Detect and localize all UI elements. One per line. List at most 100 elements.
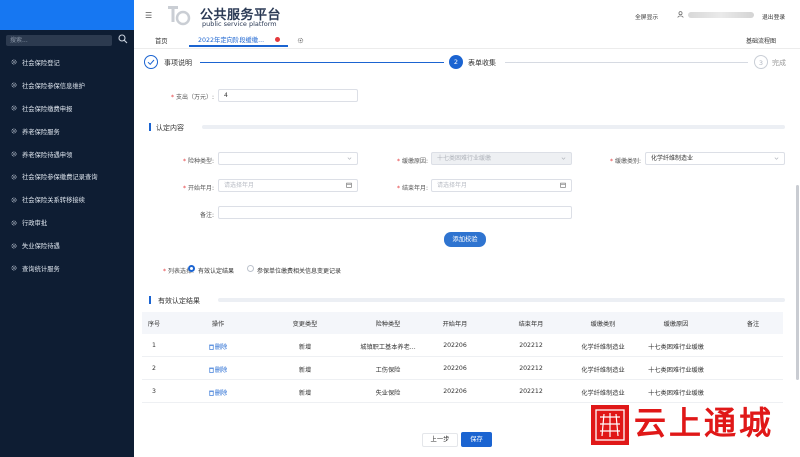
tab-deferred-payment[interactable]: 2022年定向阶段缓缴...: [189, 32, 288, 47]
sidebar-item-label: 行政审批: [22, 220, 48, 228]
end-month-picker[interactable]: 请选择年月: [431, 179, 572, 192]
sidebar-brand-bar: [0, 0, 134, 30]
tab-home[interactable]: 首页: [155, 36, 168, 45]
gear-icon[interactable]: [297, 37, 304, 44]
platform-subtitle: public service platform: [202, 20, 277, 28]
section-title-identification: 认定内容: [156, 124, 184, 132]
gear-icon: [11, 266, 17, 271]
sidebar-item-label: 社会保险关系转移接续: [22, 197, 85, 205]
table-row: 2 删除 新增 工伤保险 202206 202212 化学纤维制造业 十七类困难行业缓缴: [142, 357, 783, 380]
table-cell: 化学纤维制造业: [581, 367, 625, 374]
step-connector-2: [505, 62, 748, 63]
defer-category-select[interactable]: 化学纤维制造业: [645, 152, 785, 165]
calendar-icon: [560, 182, 566, 188]
section-divider: [202, 125, 785, 129]
start-month-picker[interactable]: 请选择年月: [218, 179, 358, 192]
step-1-label: 事项说明: [164, 59, 192, 67]
chevron-down-icon: [347, 157, 352, 160]
trash-icon: [209, 344, 214, 350]
step-3-label: 完成: [772, 59, 786, 67]
prev-step-button[interactable]: 上一步: [422, 433, 458, 447]
section-title-valid-results: 有效认定结果: [158, 297, 200, 305]
table-header-cell: 备注: [746, 321, 760, 328]
remark-input[interactable]: [218, 206, 572, 219]
end-month-label: * 结束年月:: [396, 185, 428, 192]
section-bar: [149, 123, 151, 131]
gear-icon: [11, 197, 17, 203]
seal-logo: [591, 405, 629, 445]
defer-reason-select: 十七类困难行业缓缴: [431, 152, 572, 165]
radio-valid-results[interactable]: [188, 265, 195, 272]
start-month-label: * 开始年月:: [182, 185, 214, 192]
expense-label: * 支出（万元）:: [170, 94, 214, 101]
table-header-cell: 结束年月: [518, 321, 544, 328]
delete-label: 删除: [214, 367, 228, 374]
insurance-type-select[interactable]: [218, 152, 358, 165]
sidebar-item[interactable]: 社会保险参保信息维护: [0, 74, 134, 97]
sidebar-item[interactable]: 养老保险待遇申领: [0, 143, 134, 166]
search-icon[interactable]: [118, 34, 128, 44]
sidebar-item-label: 社会保险参保信息维护: [22, 82, 85, 90]
table-header-cell: 变更类型: [292, 321, 318, 328]
table-cell: 202206: [443, 388, 467, 395]
sidebar-item[interactable]: 社会保险登记: [0, 51, 134, 74]
tab-close-icon[interactable]: [275, 37, 280, 42]
chevron-down-icon: [774, 157, 779, 160]
table-cell: 化学纤维制造业: [581, 390, 625, 397]
radio-change-records-label[interactable]: 参保单位缴费相关信息变更记录: [257, 266, 341, 275]
fullscreen-button[interactable]: 全屏显示: [635, 12, 658, 21]
delete-button[interactable]: 删除: [178, 365, 258, 374]
save-button[interactable]: 保存: [461, 432, 492, 447]
menu-toggle-icon[interactable]: ☰: [145, 11, 152, 20]
radio-change-records[interactable]: [247, 265, 254, 272]
table-cell: 十七类困难行业缓缴: [648, 344, 704, 351]
sidebar-item-label: 养老保险服务: [22, 128, 60, 136]
table-header-cell: 缓缴类别: [590, 321, 616, 328]
sidebar-item[interactable]: 社会保险关系转移接续: [0, 188, 134, 211]
sidebar-item-label: 失业保险待遇: [22, 243, 60, 251]
sidebar-item[interactable]: 养老保险服务: [0, 120, 134, 143]
table-header-cell: 开始年月: [442, 321, 468, 328]
defer-category-label: * 缓缴类别:: [609, 158, 641, 165]
table-cell: 1: [152, 342, 156, 349]
add-check-button[interactable]: 添加校验: [444, 232, 486, 247]
table-cell: 202206: [443, 365, 467, 372]
gear-icon: [11, 220, 17, 226]
delete-label: 删除: [214, 344, 228, 351]
sidebar-item[interactable]: 失业保险待遇: [0, 234, 134, 257]
basic-flowchart-link[interactable]: 基础流程图: [746, 36, 776, 45]
radio-valid-results-label[interactable]: 有效认定结果: [198, 266, 234, 275]
user-icon: [677, 11, 684, 18]
insurance-type-label: * 险种类型:: [182, 158, 214, 165]
sidebar-item[interactable]: 查询统计服务: [0, 257, 134, 280]
expense-input[interactable]: 4: [218, 89, 358, 102]
step-connector-1: [200, 62, 444, 63]
chevron-down-icon: [561, 157, 566, 160]
top-header: ☰ 公共服务平台 public service platform 全屏显示 退出…: [134, 0, 800, 30]
table-cell: 3: [152, 388, 156, 395]
logo-icon: [168, 6, 191, 26]
sidebar-search-input[interactable]: 搜索...: [6, 35, 112, 46]
gear-icon: [11, 128, 17, 134]
trash-icon: [209, 367, 214, 373]
gear-icon: [11, 105, 17, 111]
sidebar-item[interactable]: 社会保险参保缴费记录查询: [0, 165, 134, 188]
sidebar-item-label: 社会保险参保缴费记录查询: [22, 174, 98, 182]
delete-button[interactable]: 删除: [178, 342, 258, 351]
username-redacted: [688, 12, 754, 18]
table-cell: 202212: [519, 342, 543, 349]
table-header-cell: 操作: [211, 321, 225, 328]
delete-button[interactable]: 删除: [178, 388, 258, 397]
delete-label: 删除: [214, 390, 228, 397]
scrollbar[interactable]: [796, 185, 799, 380]
table-header-cell: 序号: [147, 321, 161, 328]
remark-label: 备注:: [199, 212, 214, 219]
sidebar-item[interactable]: 社会保险缴费申报: [0, 97, 134, 120]
gear-icon: [11, 60, 17, 65]
defer-reason-label: * 缓缴原因:: [396, 158, 428, 165]
sidebar-item[interactable]: 行政审批: [0, 211, 134, 234]
sidebar-menu: 社会保险登记社会保险参保信息维护社会保险缴费申报养老保险服务养老保险待遇申领社会…: [0, 51, 134, 280]
logout-button[interactable]: 退出登录: [762, 12, 785, 21]
table-cell: 新增: [298, 344, 312, 351]
table-cell: 十七类困难行业缓缴: [648, 367, 704, 374]
